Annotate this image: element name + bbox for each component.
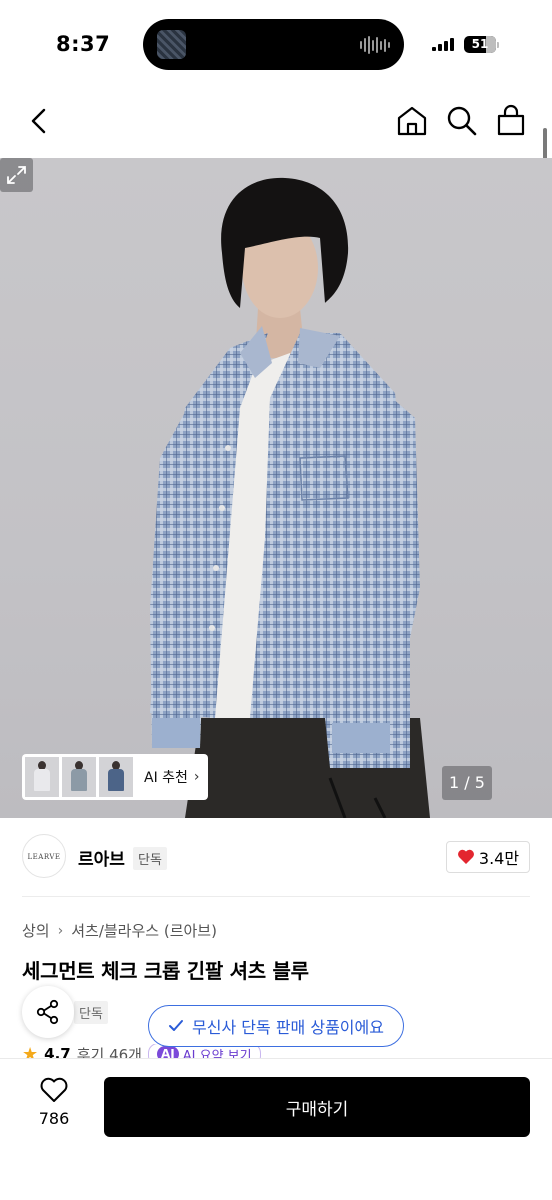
breadcrumb-item-category[interactable]: 상의	[22, 920, 50, 941]
chevron-right-icon: ›	[193, 769, 200, 785]
thumbnail-2[interactable]	[62, 757, 96, 797]
breadcrumb: 상의 › 셔츠/블라우스 (르아브)	[22, 920, 217, 941]
brand-exclusive-tag: 단독	[133, 847, 167, 870]
expand-icon[interactable]	[0, 158, 33, 192]
ai-recommend-link[interactable]: AI 추천 ›	[144, 767, 200, 787]
cellular-signal-icon	[432, 38, 454, 51]
heart-outline-icon	[40, 1077, 68, 1102]
battery-nub	[497, 42, 499, 48]
image-counter: 1 / 5	[442, 766, 492, 800]
wishlist-count: 786	[38, 1109, 70, 1128]
now-playing-artwork	[157, 30, 186, 59]
bottom-action-bar: 786 구매하기	[0, 1058, 552, 1200]
like-count: 3.4만	[478, 849, 520, 868]
exclusive-notice-text: 무신사 단독 판매 상품이에요	[192, 1018, 384, 1037]
divider	[22, 896, 530, 897]
shopping-bag-icon[interactable]	[494, 104, 528, 138]
wishlist-button[interactable]: 786	[24, 1077, 84, 1137]
product-image[interactable]: AI 추천 › 1 / 5	[0, 158, 552, 818]
like-button[interactable]: 3.4만	[446, 841, 530, 873]
model-photo	[150, 177, 430, 818]
exclusive-notice-toast: 무신사 단독 판매 상품이에요	[148, 1005, 404, 1047]
back-icon[interactable]	[24, 105, 56, 137]
share-icon	[36, 999, 59, 1025]
brand-name[interactable]: 르아브	[78, 845, 125, 870]
share-button[interactable]	[22, 986, 74, 1038]
thumbnail-3[interactable]	[99, 757, 133, 797]
status-time: 8:37	[56, 32, 111, 56]
top-navigation	[0, 95, 552, 150]
home-icon[interactable]	[395, 104, 429, 138]
search-icon[interactable]	[445, 104, 479, 138]
audio-waveform-icon	[360, 36, 390, 54]
chevron-right-icon: ›	[57, 922, 64, 939]
status-bar: 8:37 51	[0, 0, 552, 90]
heart-filled-icon	[457, 849, 474, 864]
breadcrumb-item-subcategory[interactable]: 셔츠/블라우스 (르아브)	[71, 920, 217, 941]
battery-level: 51	[471, 37, 489, 51]
brand-logo[interactable]: LEARVE	[22, 834, 66, 878]
ai-recommendation-strip[interactable]: AI 추천 ›	[22, 754, 208, 800]
brand-row: LEARVE 르아브 단독 3.4만	[22, 834, 530, 880]
exclusive-tag: 단독	[74, 1001, 108, 1024]
product-title: 세그먼트 체크 크롭 긴팔 셔츠 블루	[22, 959, 309, 983]
dynamic-island	[143, 19, 404, 70]
battery-icon: 51	[464, 36, 496, 53]
buy-button[interactable]: 구매하기	[104, 1077, 530, 1137]
check-icon	[169, 1020, 184, 1031]
thumbnail-1[interactable]	[25, 757, 59, 797]
ai-recommend-label: AI 추천	[144, 770, 188, 786]
